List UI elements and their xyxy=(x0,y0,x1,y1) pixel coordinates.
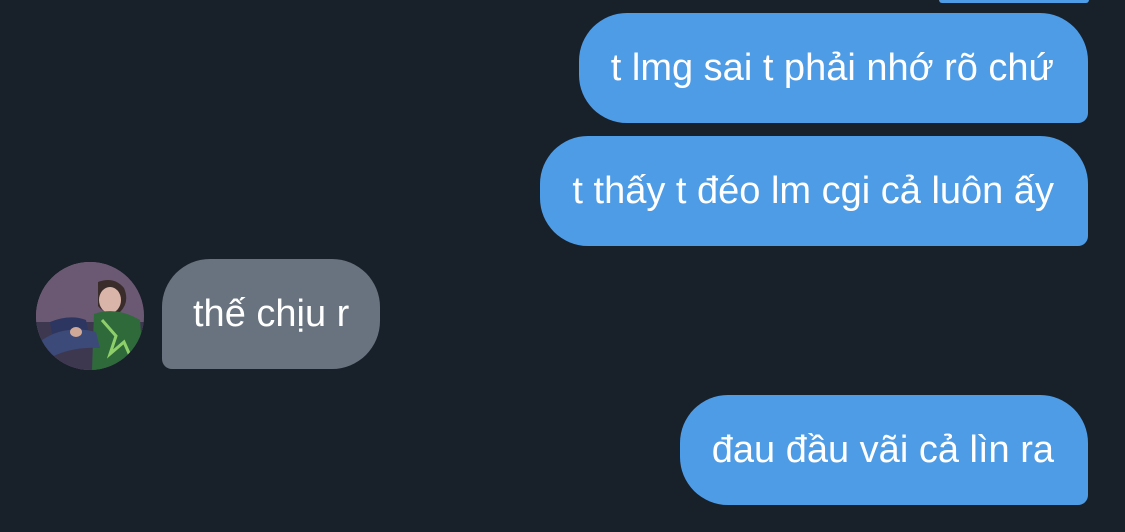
person-photo-icon xyxy=(36,262,144,370)
message-text: thế chịu r xyxy=(193,293,350,335)
message-text: đau đầu vãi cả lìn ra xyxy=(711,429,1054,471)
sent-message-bubble[interactable]: t lmg sai t phải nhớ rõ chứ xyxy=(578,13,1088,123)
sent-message-bubble[interactable]: t thấy t đéo lm cgi cả luôn ấy xyxy=(540,136,1088,246)
message-text: t thấy t đéo lm cgi cả luôn ấy xyxy=(572,170,1054,212)
sent-message-bubble[interactable]: đau đầu vãi cả lìn ra xyxy=(679,395,1088,505)
received-message-bubble[interactable]: thế chịu r xyxy=(162,259,381,369)
previous-message-bubble-edge xyxy=(939,0,1089,3)
contact-avatar[interactable] xyxy=(36,262,144,370)
message-text: t lmg sai t phải nhớ rõ chứ xyxy=(610,47,1054,89)
